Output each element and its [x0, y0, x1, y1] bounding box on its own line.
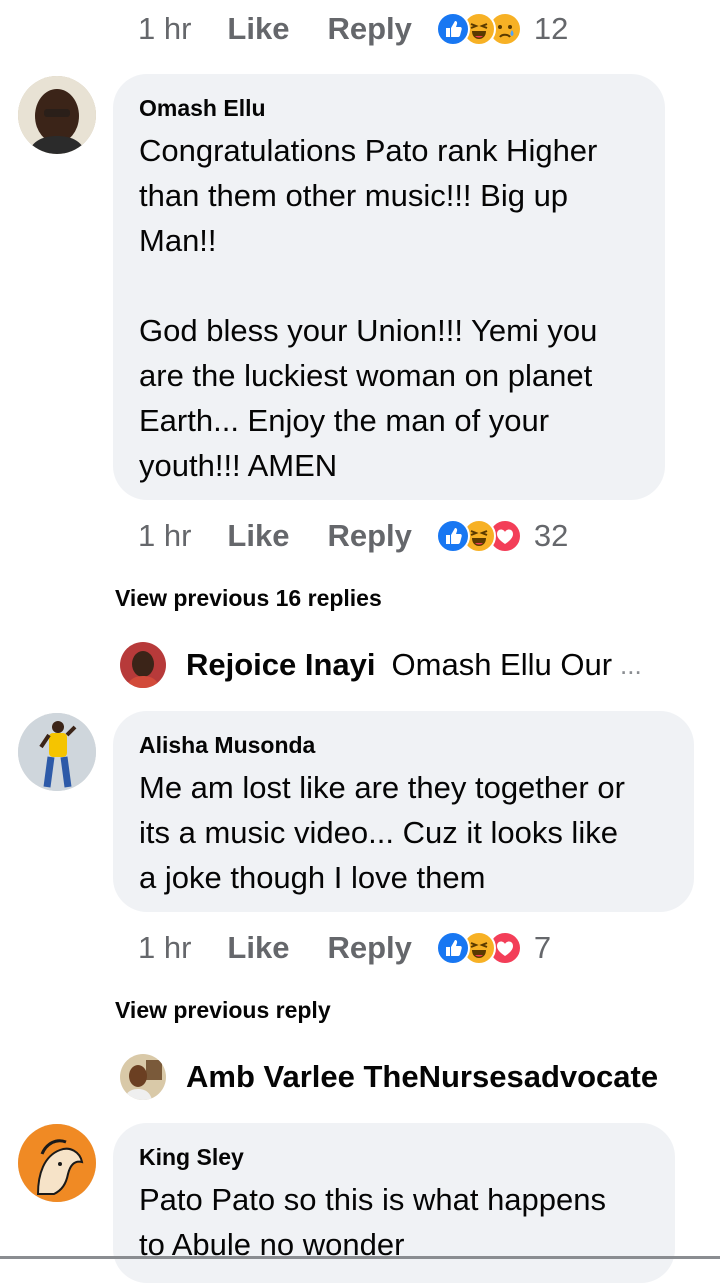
view-previous-reply-link[interactable]: View previous reply: [115, 997, 331, 1024]
reaction-count: 32: [533, 518, 569, 553]
comment-text: Pato Pato so this is what happens to Abu…: [139, 1182, 607, 1262]
reactions-summary[interactable]: [435, 519, 522, 553]
comment-actions: 1 hr Like Reply 32: [138, 514, 568, 558]
comment-bubble: King Sley Pato Pato so this is what happ…: [113, 1123, 675, 1283]
comment-actions: 1 hr Like Reply 7: [138, 926, 551, 970]
comment-author[interactable]: Alisha Musonda: [139, 731, 668, 759]
like-reaction-icon: [435, 519, 470, 553]
avatar[interactable]: [18, 76, 96, 154]
comment-bubble: Omash Ellu Congratulations Pato rank Hig…: [113, 74, 665, 500]
reply-button[interactable]: Reply: [327, 518, 411, 554]
avatar[interactable]: [120, 642, 166, 688]
ellipsis: ...: [620, 649, 642, 680]
like-button[interactable]: Like: [227, 518, 289, 554]
reply-button[interactable]: Reply: [327, 930, 411, 966]
reactions-summary[interactable]: [435, 931, 522, 965]
reply-text: Omash Ellu Our: [391, 647, 613, 682]
reply-author[interactable]: Amb Varlee TheNursesadvocate: [186, 1059, 658, 1095]
comment-timestamp: 1 hr: [138, 11, 192, 46]
avatar[interactable]: [18, 1124, 96, 1202]
reply-author[interactable]: Rejoice Inayi: [186, 647, 376, 683]
reply-button[interactable]: Reply: [327, 11, 411, 47]
view-previous-replies-link[interactable]: View previous 16 replies: [115, 585, 382, 612]
reply-preview[interactable]: Rejoice Inayi Omash Ellu Our ...: [120, 640, 642, 690]
reaction-count: 12: [533, 11, 569, 46]
like-reaction-icon: [435, 931, 470, 965]
comment-author[interactable]: King Sley: [139, 1143, 649, 1171]
reaction-count: 7: [533, 930, 552, 965]
like-button[interactable]: Like: [227, 930, 289, 966]
like-button[interactable]: Like: [227, 11, 289, 47]
avatar[interactable]: [18, 713, 96, 791]
reply-preview[interactable]: Amb Varlee TheNursesadvocate: [120, 1052, 682, 1102]
comment-author[interactable]: Omash Ellu: [139, 94, 639, 122]
reactions-summary[interactable]: [435, 12, 522, 46]
comment-bubble: Alisha Musonda Me am lost like are they …: [113, 711, 694, 912]
like-reaction-icon: [435, 12, 470, 46]
comment-actions: 1 hr Like Reply 12: [138, 7, 568, 51]
comment-text: Me am lost like are they together or its…: [139, 770, 625, 895]
comment-timestamp: 1 hr: [138, 930, 192, 965]
avatar[interactable]: [120, 1054, 166, 1100]
comment-timestamp: 1 hr: [138, 518, 192, 553]
comment-text: Congratulations Pato rank Higher than th…: [139, 133, 598, 483]
